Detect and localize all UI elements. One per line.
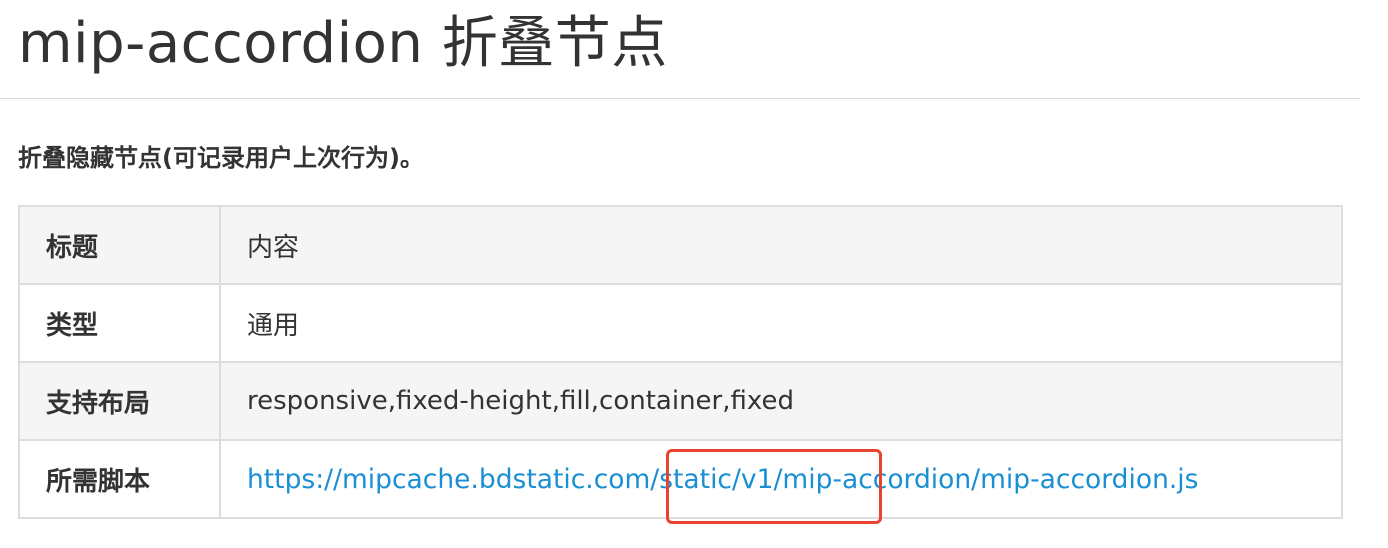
script-value: https://mipcache.bdstatic.com/static/v1/… bbox=[219, 439, 1343, 519]
component-description: 折叠隐藏节点(可记录用户上次行为)。 bbox=[18, 144, 424, 172]
table-header-value: 内容 bbox=[219, 205, 1343, 285]
page-title: mip-accordion 折叠节点 bbox=[18, 11, 668, 76]
script-key: 所需脚本 bbox=[18, 439, 221, 519]
layout-value: responsive,fixed-height,fill,container,f… bbox=[219, 361, 1343, 441]
table-row-script: 所需脚本 https://mipcache.bdstatic.com/stati… bbox=[18, 439, 1343, 519]
table-row-type: 类型 通用 bbox=[18, 283, 1343, 363]
type-key: 类型 bbox=[18, 283, 221, 363]
script-url-link[interactable]: https://mipcache.bdstatic.com/static/v1/… bbox=[247, 464, 1198, 495]
doc-page: mip-accordion 折叠节点 折叠隐藏节点(可记录用户上次行为)。 标题… bbox=[0, 0, 1388, 548]
title-divider bbox=[0, 98, 1360, 99]
table-header-key: 标题 bbox=[18, 205, 221, 285]
table-row-layout: 支持布局 responsive,fixed-height,fill,contai… bbox=[18, 361, 1343, 441]
component-info-table: 标题 内容 类型 通用 支持布局 responsive,fixed-height… bbox=[18, 205, 1343, 519]
table-row-header: 标题 内容 bbox=[18, 205, 1343, 285]
type-value: 通用 bbox=[219, 283, 1343, 363]
layout-key: 支持布局 bbox=[18, 361, 221, 441]
